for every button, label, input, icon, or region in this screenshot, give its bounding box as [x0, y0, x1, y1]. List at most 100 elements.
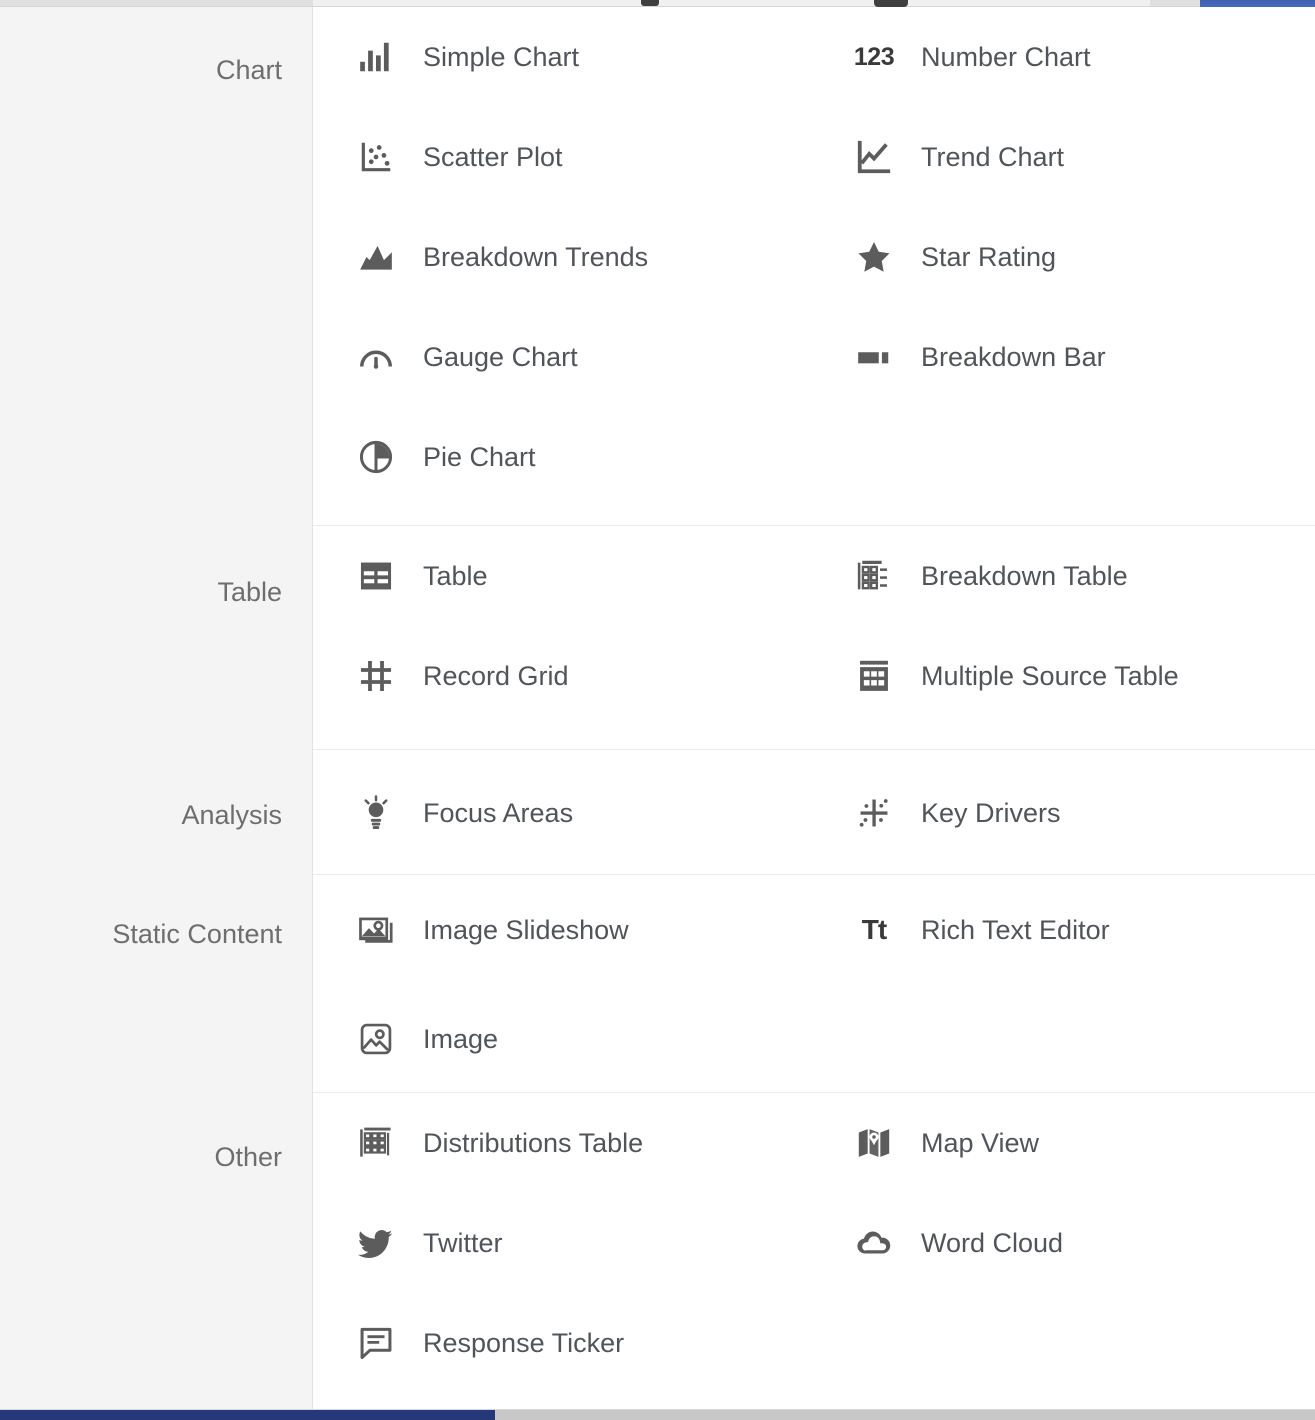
widget-item-twitter[interactable]: Twitter [313, 1193, 825, 1293]
section-chart: Simple Chart 123 Number Chart Scatter Pl… [313, 7, 1315, 526]
widget-item-gauge-chart[interactable]: Gauge Chart [313, 307, 825, 407]
widget-label: Breakdown Bar [921, 342, 1106, 372]
image-icon [353, 1016, 399, 1062]
image-stack-icon [353, 907, 399, 953]
widget-label: Key Drivers [921, 797, 1061, 828]
grid-icon [353, 653, 399, 699]
group-label-rail: Chart Table Analysis Static Content Othe… [0, 7, 313, 1409]
widget-label: Trend Chart [921, 142, 1065, 172]
widget-item-table[interactable]: Table [313, 526, 825, 626]
multi-table-icon [851, 653, 897, 699]
group-label-table: Table [217, 577, 282, 607]
horizontal-scrollbar-track[interactable] [0, 1409, 1315, 1420]
widget-label: Star Rating [921, 242, 1057, 272]
group-label-analysis: Analysis [181, 800, 282, 830]
widget-row: Breakdown Trends Star Rating [313, 207, 1315, 307]
widget-label: Table [423, 561, 488, 591]
widget-slot-empty [825, 984, 1225, 1093]
key-drivers-icon [851, 790, 897, 836]
group-label-other: Other [214, 1142, 282, 1172]
widget-item-breakdown-trends[interactable]: Breakdown Trends [313, 207, 825, 307]
widget-label: Map View [921, 1128, 1040, 1158]
stacked-bar-icon [851, 334, 897, 380]
widget-row: Response Ticker [313, 1293, 1315, 1393]
picker-body: Chart Table Analysis Static Content Othe… [0, 7, 1315, 1409]
widget-row: Record Grid Multiple Source Table [313, 626, 1315, 726]
distributions-table-icon [353, 1120, 399, 1166]
window-header-inner [313, 0, 1150, 6]
group-label-chart: Chart [215, 55, 282, 85]
comment-lines-icon [353, 1320, 399, 1366]
widget-row: Image Slideshow Tt Rich Text Editor [313, 875, 1315, 984]
widget-item-record-grid[interactable]: Record Grid [313, 626, 825, 726]
widget-label: Record Grid [423, 661, 569, 691]
text-format-icon: Tt [861, 913, 887, 945]
widget-item-scatter-plot[interactable]: Scatter Plot [313, 107, 825, 207]
widget-item-map-view[interactable]: Map View [825, 1093, 1225, 1193]
widget-slot-empty [825, 1293, 1225, 1393]
section-analysis: Focus Areas Key Drivers [313, 750, 1315, 875]
widget-label: Image Slideshow [423, 914, 629, 945]
widget-label: Distributions Table [423, 1128, 644, 1158]
widget-label: Rich Text Editor [921, 914, 1110, 945]
number-123-icon: 123 [853, 42, 895, 71]
widget-item-distributions-table[interactable]: Distributions Table [313, 1093, 825, 1193]
widget-label: Simple Chart [423, 42, 580, 72]
scatter-plot-icon [353, 134, 399, 180]
lightbulb-icon [353, 790, 399, 836]
widget-label: Scatter Plot [423, 142, 563, 172]
section-static-content: Image Slideshow Tt Rich Text Editor Imag… [313, 875, 1315, 1093]
widget-item-simple-chart[interactable]: Simple Chart [313, 7, 825, 107]
widget-item-image[interactable]: Image [313, 984, 825, 1093]
widget-row: Focus Areas Key Drivers [313, 750, 1315, 875]
widget-label: Twitter [423, 1228, 503, 1258]
twitter-bird-icon [353, 1220, 399, 1266]
table-icon [353, 553, 399, 599]
widget-item-breakdown-bar[interactable]: Breakdown Bar [825, 307, 1225, 407]
widget-row: Image [313, 984, 1315, 1093]
widget-item-multiple-source-table[interactable]: Multiple Source Table [825, 626, 1225, 726]
widget-row: Scatter Plot Trend Chart [313, 107, 1315, 207]
toolbar-icon-partial-right[interactable] [874, 0, 908, 7]
line-chart-icon [851, 134, 897, 180]
widget-label: Breakdown Trends [423, 242, 649, 272]
widget-label: Number Chart [921, 42, 1091, 72]
cloud-icon [851, 1220, 897, 1266]
group-label-static-content: Static Content [112, 919, 282, 949]
gauge-icon [353, 334, 399, 380]
widget-item-response-ticker[interactable]: Response Ticker [313, 1293, 825, 1393]
section-other: Distributions Table Map View Twitter Wor… [313, 1093, 1315, 1409]
widget-row: Simple Chart 123 Number Chart [313, 7, 1315, 107]
pie-chart-icon [353, 434, 399, 480]
widget-item-star-rating[interactable]: Star Rating [825, 207, 1225, 307]
widget-row: Table Breakdown Table [313, 526, 1315, 626]
horizontal-scrollbar-thumb[interactable] [0, 1410, 495, 1420]
widget-label: Breakdown Table [921, 561, 1128, 591]
widget-label: Focus Areas [423, 797, 574, 828]
star-icon [851, 234, 897, 280]
widget-list: Simple Chart 123 Number Chart Scatter Pl… [313, 7, 1315, 1409]
widget-item-image-slideshow[interactable]: Image Slideshow [313, 875, 825, 984]
widget-item-word-cloud[interactable]: Word Cloud [825, 1193, 1225, 1293]
widget-item-key-drivers[interactable]: Key Drivers [825, 750, 1225, 875]
widget-item-breakdown-table[interactable]: Breakdown Table [825, 526, 1225, 626]
widget-slot-empty [825, 407, 1225, 507]
breakdown-table-icon [851, 553, 897, 599]
widget-picker-panel: Chart Table Analysis Static Content Othe… [0, 0, 1315, 1420]
widget-item-rich-text-editor[interactable]: Tt Rich Text Editor [825, 875, 1225, 984]
widget-row: Distributions Table Map View [313, 1093, 1315, 1193]
widget-item-number-chart[interactable]: 123 Number Chart [825, 7, 1225, 107]
widget-item-trend-chart[interactable]: Trend Chart [825, 107, 1225, 207]
widget-label: Multiple Source Table [921, 661, 1179, 691]
area-chart-icon [353, 234, 399, 280]
widget-row: Gauge Chart Breakdown Bar [313, 307, 1315, 407]
widget-label: Image [423, 1023, 499, 1054]
toolbar-icon-partial-left[interactable] [641, 0, 659, 6]
widget-item-pie-chart[interactable]: Pie Chart [313, 407, 825, 507]
widget-item-focus-areas[interactable]: Focus Areas [313, 750, 825, 875]
widget-label: Gauge Chart [423, 342, 578, 372]
widget-row: Twitter Word Cloud [313, 1193, 1315, 1293]
section-table: Table Breakdown Table Record Grid Multip… [313, 526, 1315, 750]
bar-chart-icon [353, 34, 399, 80]
widget-row: Pie Chart [313, 407, 1315, 507]
